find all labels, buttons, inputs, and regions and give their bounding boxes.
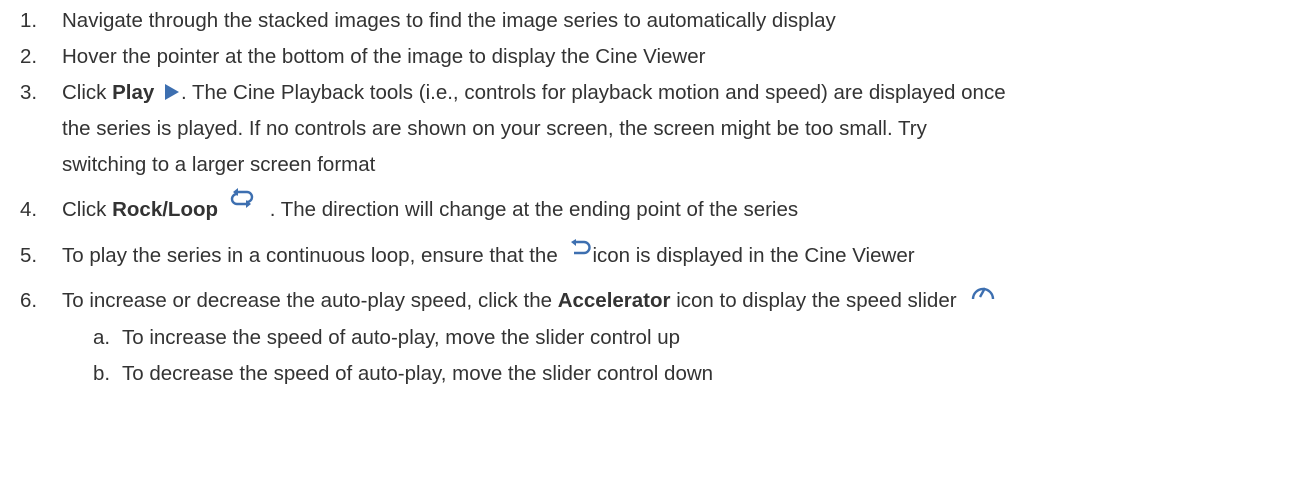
item-text-pre: Click xyxy=(62,81,113,104)
item-number: 5. xyxy=(20,243,38,267)
item-text-pre: Click xyxy=(62,198,113,221)
item-text-line2: the series is played. If no controls are… xyxy=(62,117,927,140)
item-text-pre: To increase or decrease the auto-play sp… xyxy=(62,289,558,313)
item-letter: a. xyxy=(93,325,111,349)
list-item-5: 5. To play the series in a continuous lo… xyxy=(0,238,1291,275)
item-number: 3. xyxy=(20,81,38,104)
item-text-post: icon is displayed in the Cine Viewer xyxy=(592,243,915,267)
sub-item-a: a. To increase the speed of auto-play, m… xyxy=(0,320,1291,356)
speedometer-icon xyxy=(970,277,996,313)
item-text: Navigate through the stacked images to f… xyxy=(62,9,836,32)
item-text-line1: . The Cine Playback tools (i.e., control… xyxy=(180,81,1006,104)
list-item-1: 1. Navigate through the stacked images t… xyxy=(0,3,1291,39)
rock-loop-icon xyxy=(230,184,254,220)
list-item-4: 4. Click Rock/Loop . The direction will … xyxy=(0,187,1291,229)
item-text-post: . The direction will change at the endin… xyxy=(269,198,799,221)
rock-loop-label: Rock/Loop xyxy=(112,198,219,221)
loop-icon xyxy=(569,233,592,269)
item-letter: b. xyxy=(93,361,111,385)
item-number: 2. xyxy=(20,45,38,68)
list-item-3: 3. Click Play . The Cine Playback tools … xyxy=(0,75,1291,183)
list-item-6: 6. To increase or decrease the auto-play… xyxy=(0,283,1291,320)
sub-item-b: b. To decrease the speed of auto-play, m… xyxy=(0,356,1291,392)
item-number: 4. xyxy=(20,198,38,221)
accelerator-label: Accelerator xyxy=(557,289,671,313)
instruction-list: 1. Navigate through the stacked images t… xyxy=(0,0,1291,392)
item-text: To decrease the speed of auto-play, move… xyxy=(122,361,714,385)
item-number: 1. xyxy=(20,9,38,32)
play-icon xyxy=(164,83,180,101)
play-label: Play xyxy=(112,81,155,104)
item-number: 6. xyxy=(20,289,38,313)
item-text: Hover the pointer at the bottom of the i… xyxy=(62,45,706,68)
list-item-2: 2. Hover the pointer at the bottom of th… xyxy=(0,39,1291,75)
item-text-post: icon to display the speed slider xyxy=(670,289,957,313)
item-text: To increase the speed of auto-play, move… xyxy=(122,325,680,349)
item-text-line3: switching to a larger screen format xyxy=(62,153,376,176)
item-text-pre: To play the series in a continuous loop,… xyxy=(62,243,564,267)
